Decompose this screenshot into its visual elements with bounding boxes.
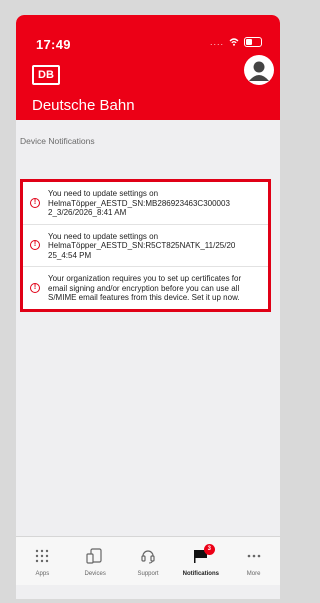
notification-text: Your organization requires you to set up… xyxy=(48,274,242,302)
more-icon xyxy=(243,547,265,565)
battery-icon xyxy=(244,37,262,47)
tab-label: Apps xyxy=(35,571,50,577)
tab-apps[interactable]: Apps xyxy=(16,537,69,585)
brand-name: Deutsche Bahn xyxy=(32,97,135,114)
tab-label: Notifications xyxy=(182,571,219,577)
warning-icon: ! xyxy=(30,240,40,251)
tab-more[interactable]: More xyxy=(227,537,280,585)
warning-icon: ! xyxy=(30,197,40,208)
wifi-icon xyxy=(229,38,239,46)
tab-devices[interactable]: Devices xyxy=(69,537,122,585)
tab-label: Devices xyxy=(84,571,106,577)
notification-list: ! You need to update settings on HelmaTö… xyxy=(20,179,271,312)
flag-icon: 3 xyxy=(190,544,215,565)
section-title: Device Notifications xyxy=(20,136,95,146)
db-logo: DB xyxy=(32,65,60,85)
notification-text: You need to update settings on HelmaTöpp… xyxy=(48,189,230,217)
apps-grid-icon xyxy=(31,547,53,565)
warning-icon: ! xyxy=(30,282,40,293)
tab-label: Support xyxy=(137,571,159,577)
tab-bar: Apps Devices Support 3 Notifications Mor… xyxy=(16,536,280,585)
notification-item[interactable]: ! You need to update settings on HelmaTö… xyxy=(23,182,268,224)
notification-count-badge: 3 xyxy=(203,544,215,555)
devices-icon xyxy=(84,547,106,565)
notification-item[interactable]: ! Your organization requires you to set … xyxy=(23,266,268,309)
support-icon xyxy=(137,547,159,565)
user-icon xyxy=(249,61,269,81)
app-header: 17:49 .... DB Deutsche Bahn xyxy=(16,15,280,120)
status-icons: .... xyxy=(210,37,262,47)
status-time: 17:49 xyxy=(36,37,71,52)
notification-text: You need to update settings on HelmaTöpp… xyxy=(48,231,236,260)
tab-label: More xyxy=(246,571,261,577)
notification-item[interactable]: ! You need to update settings on HelmaTö… xyxy=(23,223,268,267)
avatar[interactable] xyxy=(244,55,274,85)
tab-support[interactable]: Support xyxy=(122,537,175,585)
signal-icon: .... xyxy=(209,37,224,47)
tab-notifications[interactable]: 3 Notifications xyxy=(174,537,227,585)
